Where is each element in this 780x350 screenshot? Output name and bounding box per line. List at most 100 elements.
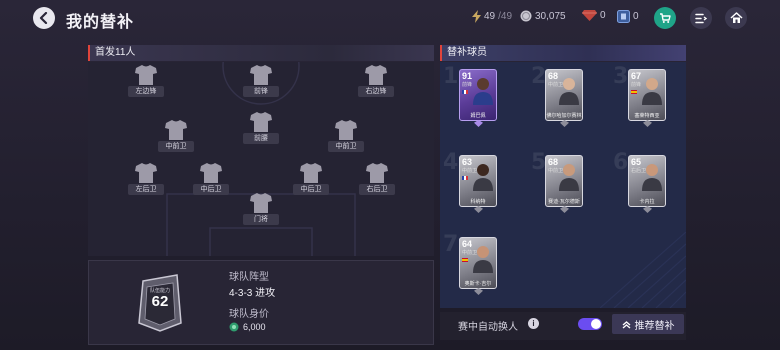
position-label: 中前卫 bbox=[158, 141, 194, 152]
player-name: 科纳特 bbox=[470, 199, 486, 205]
shirt-icon bbox=[200, 163, 222, 183]
position-label: 中后卫 bbox=[293, 184, 329, 195]
stamina-value: 49 bbox=[484, 11, 496, 22]
player-name: 卡内拉 bbox=[639, 199, 655, 205]
gem-value: 0 bbox=[600, 10, 606, 21]
card-gem-icon bbox=[643, 206, 652, 213]
player-name: 姆巴佩 bbox=[470, 113, 486, 119]
sub-card-4[interactable]: 63 中前卫 科纳特 bbox=[459, 155, 497, 213]
player-rating: 91 bbox=[462, 71, 473, 81]
sub-card-1[interactable]: 91 前锋 姆巴佩 bbox=[459, 69, 497, 127]
ticket-icon bbox=[617, 10, 630, 23]
toggle-knob bbox=[591, 319, 601, 329]
position-label: 中后卫 bbox=[193, 184, 229, 195]
lineup-slot-lw[interactable]: 左边锋 bbox=[124, 65, 168, 101]
slot-number: 1 bbox=[443, 64, 459, 89]
player-name: 奥斯卡·吉尔 bbox=[464, 281, 492, 287]
shirt-icon bbox=[366, 163, 388, 183]
shirt-icon bbox=[250, 193, 272, 213]
player-position: 中前卫 bbox=[548, 82, 564, 88]
player-portrait bbox=[559, 78, 579, 105]
player-portrait bbox=[473, 164, 493, 191]
subs-heading: 替补球员 bbox=[447, 47, 487, 58]
formation-label: 球队阵型 bbox=[229, 272, 269, 283]
shirt-icon bbox=[165, 120, 187, 140]
lineup-slot-st[interactable]: 前锋 bbox=[239, 65, 283, 101]
back-button[interactable] bbox=[33, 7, 55, 29]
shirt-icon bbox=[365, 65, 387, 85]
recommend-label: 推荐替补 bbox=[634, 320, 675, 332]
player-portrait bbox=[559, 164, 579, 191]
shop-button[interactable] bbox=[654, 7, 676, 29]
lineup-slot-lb[interactable]: 左后卫 bbox=[124, 163, 168, 199]
stamina-max: /49 bbox=[498, 11, 513, 22]
lineup-slot-rcb[interactable]: 中后卫 bbox=[289, 163, 333, 199]
player-portrait bbox=[642, 164, 662, 191]
card-gem-icon bbox=[643, 120, 652, 127]
lineup-slot-lcm[interactable]: 中前卫 bbox=[154, 120, 198, 156]
list-menu-icon bbox=[695, 13, 707, 23]
player-position: 中前卫 bbox=[548, 168, 564, 174]
player-portrait bbox=[473, 78, 493, 105]
lineup-slot-gk[interactable]: 门将 bbox=[239, 193, 283, 229]
pitch: 左边锋 前锋 右边锋 中前卫 前腰 中前卫 左后卫 中后卫 中后卫 右后卫 门将 bbox=[88, 62, 434, 256]
shirt-icon bbox=[300, 163, 322, 183]
position-label: 左后卫 bbox=[128, 184, 164, 195]
subs-header: 替补球员 bbox=[440, 45, 686, 61]
arrow-left-icon bbox=[39, 12, 48, 24]
lineup-header: 首发11人 bbox=[88, 45, 434, 61]
sub-card-2[interactable]: 68 中前卫 佛尔哈加尔赛林 bbox=[545, 69, 583, 127]
player-portrait bbox=[642, 78, 662, 105]
lineup-slot-cam[interactable]: 前腰 bbox=[239, 112, 283, 148]
coin-counter: 30,075 bbox=[520, 10, 566, 22]
info-icon[interactable]: i bbox=[528, 318, 539, 329]
slot-number: 3 bbox=[613, 64, 629, 89]
sub-card-6[interactable]: 65 右后卫 卡内拉 bbox=[628, 155, 666, 213]
france-flag-icon bbox=[462, 90, 468, 94]
auto-sub-toggle[interactable] bbox=[578, 318, 602, 330]
lineup-slot-rw[interactable]: 右边锋 bbox=[354, 65, 398, 101]
menu-button[interactable] bbox=[690, 7, 712, 29]
position-label: 前锋 bbox=[243, 86, 279, 97]
lineup-slot-rcm[interactable]: 中前卫 bbox=[324, 120, 368, 156]
lineup-heading: 首发11人 bbox=[95, 47, 136, 58]
lightning-icon bbox=[472, 10, 481, 23]
player-rating: 67 bbox=[631, 71, 642, 81]
player-position: 右后卫 bbox=[631, 168, 647, 174]
position-label: 左边锋 bbox=[128, 86, 164, 97]
coin-value: 30,075 bbox=[535, 10, 566, 22]
lineup-slot-rb[interactable]: 右后卫 bbox=[355, 163, 399, 199]
player-rating: 64 bbox=[462, 239, 473, 249]
shirt-icon bbox=[250, 65, 272, 85]
sub-card-5[interactable]: 68 中前卫 赛迪·瓦尔德斯 bbox=[545, 155, 583, 213]
player-portrait bbox=[473, 246, 493, 273]
auto-sub-label: 赛中自动换人 bbox=[458, 322, 518, 333]
home-button[interactable] bbox=[725, 7, 747, 29]
slot-number: 6 bbox=[613, 150, 629, 175]
team-ovr-value: 62 bbox=[151, 293, 169, 310]
gem-icon bbox=[582, 10, 597, 21]
ticket-counter: 0 bbox=[617, 10, 639, 23]
double-chevron-up-icon bbox=[622, 320, 630, 329]
shirt-icon bbox=[135, 163, 157, 183]
sub-card-7[interactable]: 64 中前卫 奥斯卡·吉尔 bbox=[459, 237, 497, 295]
ticket-value: 0 bbox=[633, 11, 639, 22]
position-label: 前腰 bbox=[243, 133, 279, 144]
cart-icon bbox=[660, 13, 671, 23]
player-position: 中前卫 bbox=[462, 250, 478, 256]
formation-value: 4-3-3 进攻 bbox=[229, 288, 276, 299]
player-rating: 68 bbox=[548, 157, 559, 167]
lineup-slot-lcb[interactable]: 中后卫 bbox=[189, 163, 233, 199]
player-name: 佛尔哈加尔赛林 bbox=[546, 113, 582, 119]
player-position: 前锋 bbox=[462, 82, 473, 88]
card-gem-icon bbox=[474, 120, 483, 127]
shirt-icon bbox=[250, 112, 272, 132]
recommend-subs-button[interactable]: 推荐替补 bbox=[612, 314, 684, 334]
player-name: 赛迪·瓦尔德斯 bbox=[548, 199, 580, 205]
sub-card-3[interactable]: 67 前锋 塞莱特西亚 bbox=[628, 69, 666, 127]
home-icon bbox=[729, 12, 743, 23]
player-rating: 63 bbox=[462, 157, 473, 167]
team-value-amount: 6,000 bbox=[243, 322, 266, 332]
card-gem-icon bbox=[474, 288, 483, 295]
team-value-label: 球队身价 bbox=[229, 309, 269, 320]
